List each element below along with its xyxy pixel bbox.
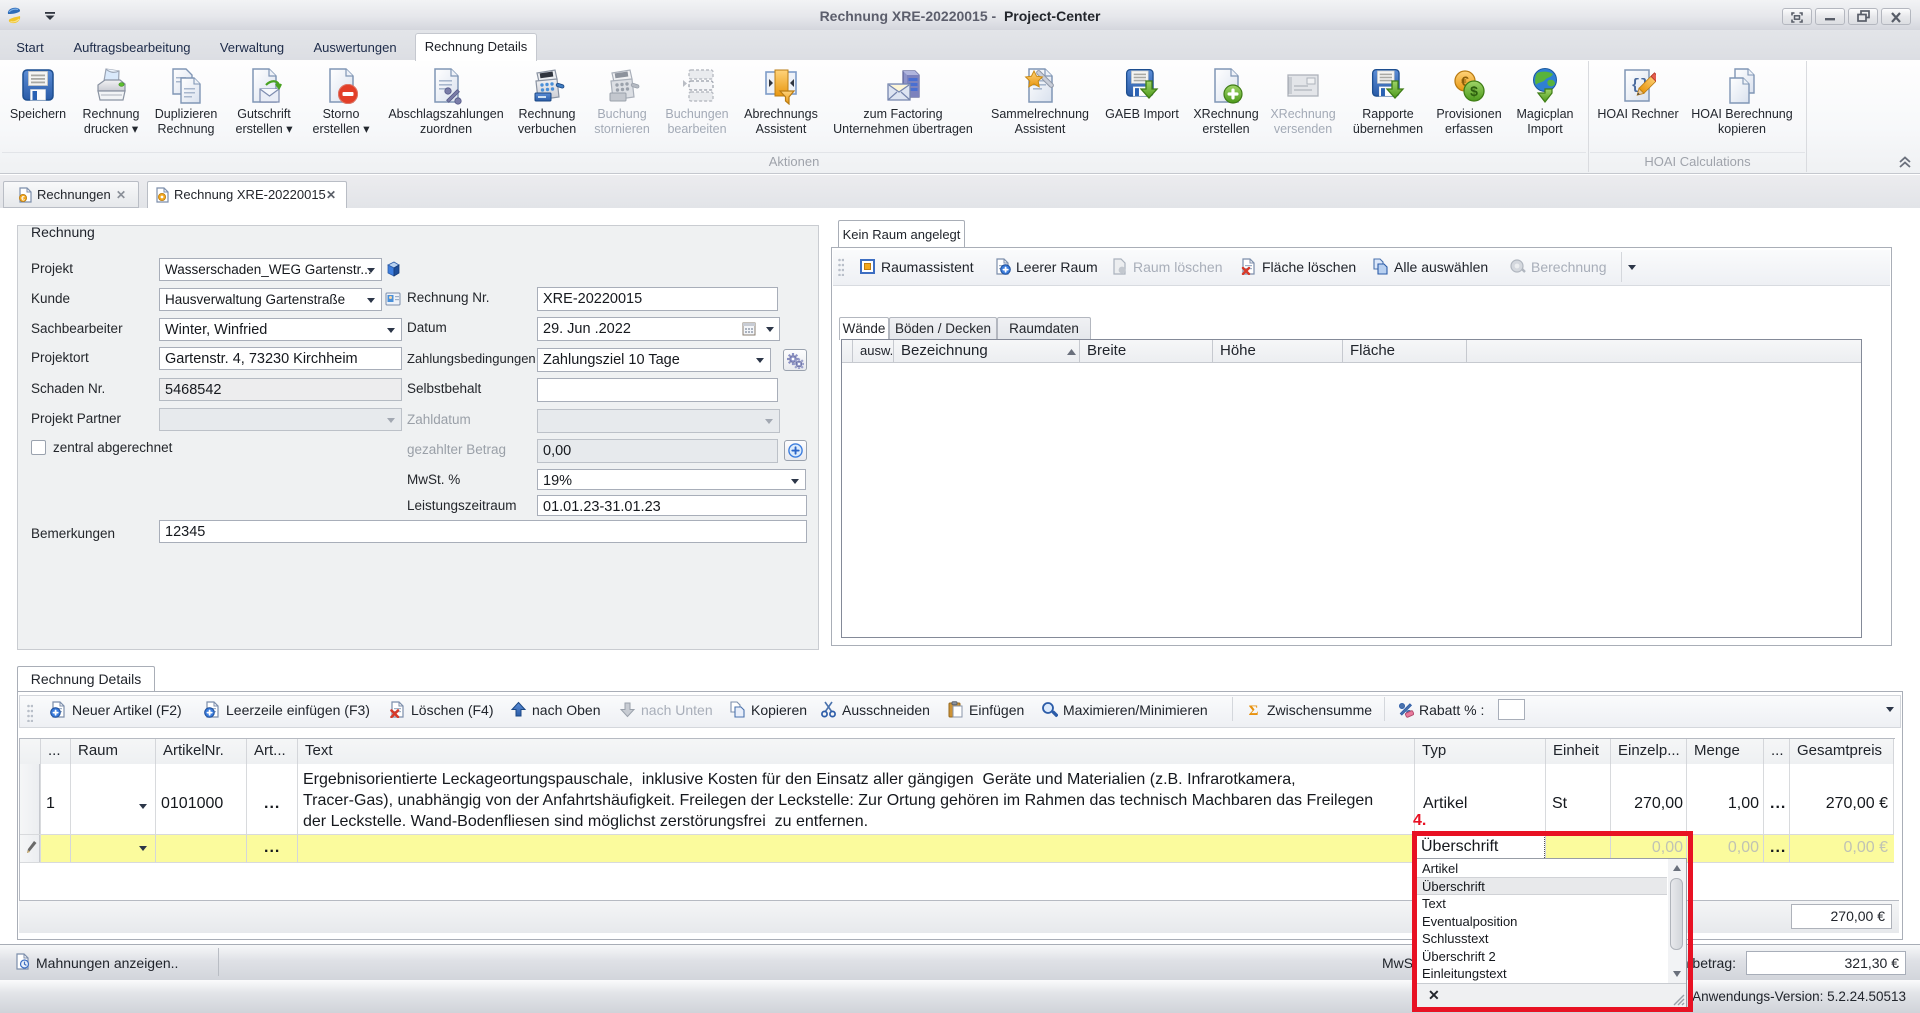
- svg-text:$: $: [1470, 83, 1478, 99]
- svg-text:Σ: Σ: [1249, 703, 1259, 718]
- svg-text:€: €: [21, 195, 25, 202]
